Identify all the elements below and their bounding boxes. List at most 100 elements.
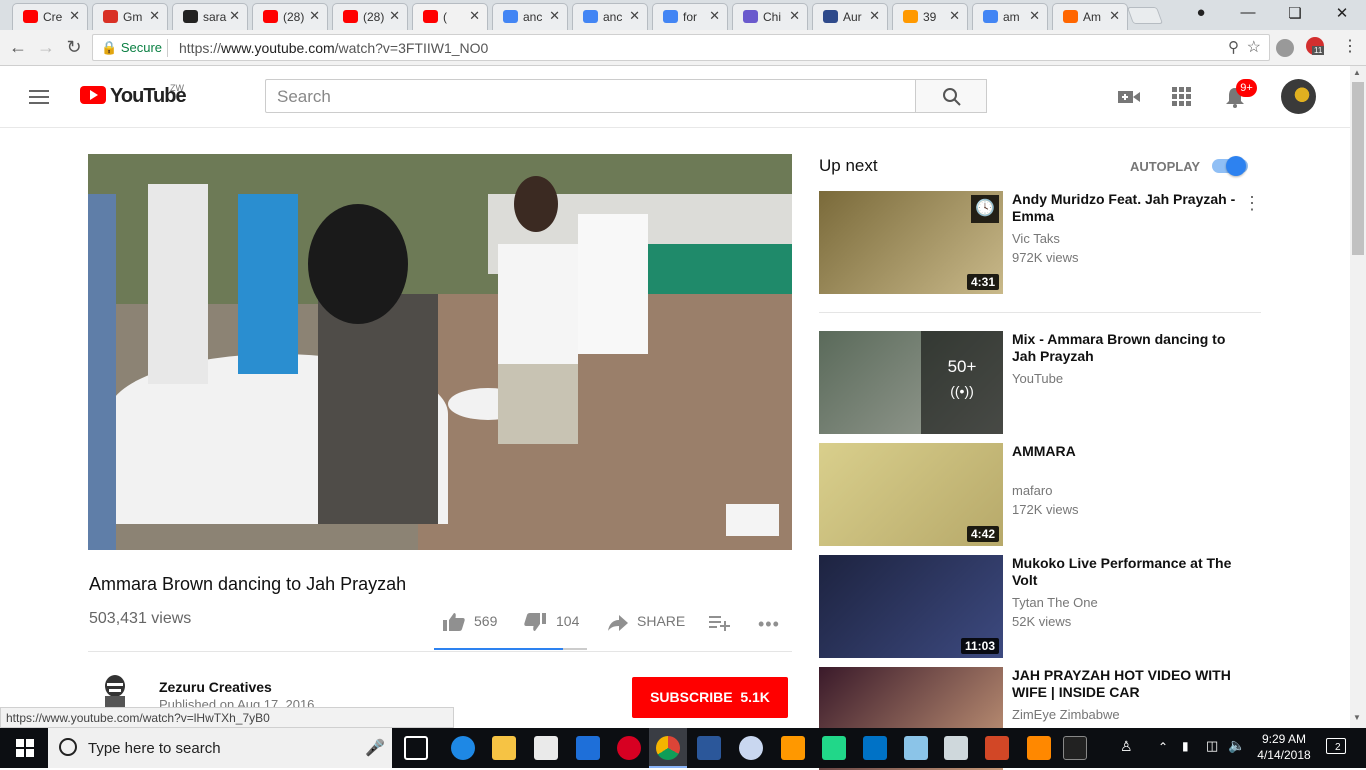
sidebar-video-title[interactable]: AMMARA <box>1012 443 1242 460</box>
outlook-icon[interactable] <box>863 736 887 760</box>
more-actions-icon[interactable]: ••• <box>758 614 780 635</box>
youtube-logo-icon[interactable] <box>80 86 106 104</box>
close-window-button[interactable]: ✕ <box>1327 4 1357 22</box>
user-avatar[interactable] <box>1281 79 1316 114</box>
dislike-count[interactable]: 104 <box>556 613 579 629</box>
terminal-icon[interactable] <box>1063 736 1087 760</box>
tab-close-icon[interactable]: ✕ <box>309 8 320 24</box>
tab-close-icon[interactable]: ✕ <box>949 8 960 24</box>
menu-kebab-icon[interactable]: ⋮ <box>1342 36 1358 56</box>
vlc-icon[interactable] <box>1027 736 1051 760</box>
search-button[interactable] <box>915 79 987 113</box>
profile-icon[interactable]: ● <box>1186 4 1216 21</box>
apps-grid-icon[interactable] <box>1172 87 1192 107</box>
file-explorer-icon[interactable] <box>492 736 516 760</box>
add-to-playlist-icon[interactable] <box>709 615 731 631</box>
more-options-icon[interactable]: ⋮ <box>1243 193 1261 214</box>
browser-tab[interactable]: for ✕ <box>652 3 728 30</box>
thumbs-up-icon[interactable] <box>443 612 465 632</box>
zoom-icon[interactable]: ⚲ <box>1228 38 1239 56</box>
video-thumbnail[interactable]: 11:03 <box>819 555 1003 658</box>
hamburger-menu-icon[interactable] <box>29 90 49 104</box>
secure-indicator[interactable]: 🔒 Secure <box>101 40 162 56</box>
scroll-up-arrow-icon[interactable]: ▲ <box>1353 68 1361 77</box>
sidebar-video-card[interactable]: 4:42 AMMARA mafaro 172K views <box>819 443 1261 546</box>
browser-tab[interactable]: Aur ✕ <box>812 3 888 30</box>
paint-icon[interactable] <box>739 736 763 760</box>
battery-icon[interactable]: ▮ <box>1182 739 1189 753</box>
browser-tab[interactable]: Gm ✕ <box>92 3 168 30</box>
chrome-taskbar-active[interactable] <box>649 728 687 768</box>
browser-tab[interactable]: 39 ✕ <box>892 3 968 30</box>
minimize-button[interactable]: — <box>1233 4 1263 21</box>
sublime-text-icon[interactable] <box>781 736 805 760</box>
watch-later-icon[interactable]: 🕓 <box>971 195 999 223</box>
video-player[interactable] <box>88 154 792 550</box>
show-hidden-icons-icon[interactable]: ⌃ <box>1158 740 1168 754</box>
tab-close-icon[interactable]: ✕ <box>229 8 240 24</box>
people-icon[interactable]: ♙ <box>1120 738 1133 755</box>
sidebar-video-title[interactable]: JAH PRAYZAH HOT VIDEO WITH WIFE | INSIDE… <box>1012 667 1242 701</box>
sidebar-video-title[interactable]: Mix - Ammara Brown dancing to Jah Prayza… <box>1012 331 1242 365</box>
back-icon[interactable]: ← <box>8 37 28 58</box>
browser-tab[interactable]: Chi ✕ <box>732 3 808 30</box>
thumbs-down-icon[interactable] <box>524 613 546 633</box>
browser-tab[interactable]: Cre ✕ <box>12 3 88 30</box>
tab-close-icon[interactable]: ✕ <box>629 8 640 24</box>
browser-tab[interactable]: sara ✕ <box>172 3 248 30</box>
extension-badge-icon[interactable]: 11 <box>1306 37 1325 55</box>
sidebar-video-title[interactable]: Mukoko Live Performance at The Volt <box>1012 555 1242 589</box>
sidebar-video-card[interactable]: 50+ ((•)) Mix - Ammara Brown dancing to Ja… <box>819 331 1261 434</box>
browser-tab[interactable]: anc ✕ <box>492 3 568 30</box>
tab-close-icon[interactable]: ✕ <box>869 8 880 24</box>
tab-close-icon[interactable]: ✕ <box>1109 8 1120 24</box>
browser-tab[interactable]: (28) ✕ <box>332 3 408 30</box>
tab-close-icon[interactable]: ✕ <box>69 8 80 24</box>
maximize-button[interactable]: ❏ <box>1280 4 1310 22</box>
reload-icon[interactable]: ↻ <box>64 37 84 58</box>
volume-icon[interactable]: 🔈 <box>1228 737 1245 754</box>
powerpoint-icon[interactable] <box>985 736 1009 760</box>
tab-close-icon[interactable]: ✕ <box>789 8 800 24</box>
task-view-icon[interactable] <box>404 736 428 760</box>
autoplay-toggle[interactable] <box>1212 156 1248 176</box>
pycharm-icon[interactable] <box>822 736 846 760</box>
windows-start-icon[interactable] <box>16 739 34 757</box>
browser-tab[interactable]: anc ✕ <box>572 3 648 30</box>
sidebar-video-card[interactable]: 11:03 Mukoko Live Performance at The Volt… <box>819 555 1261 658</box>
page-scrollbar[interactable]: ▲ ▼ <box>1350 66 1366 728</box>
browser-tab[interactable]: am ✕ <box>972 3 1048 30</box>
tab-close-icon[interactable]: ✕ <box>709 8 720 24</box>
tab-close-icon[interactable]: ✕ <box>469 8 480 24</box>
action-center-icon[interactable]: 2 <box>1326 738 1346 754</box>
clock[interactable]: 9:29 AM 4/14/2018 <box>1254 732 1314 762</box>
share-icon[interactable] <box>608 615 628 631</box>
bookmark-star-icon[interactable]: ☆ <box>1247 37 1261 57</box>
photos-icon[interactable] <box>944 736 968 760</box>
opera-icon[interactable] <box>617 736 641 760</box>
app-icon[interactable] <box>576 736 600 760</box>
edge-icon[interactable] <box>451 736 475 760</box>
tab-close-icon[interactable]: ✕ <box>549 8 560 24</box>
tab-close-icon[interactable]: ✕ <box>389 8 400 24</box>
tab-close-icon[interactable]: ✕ <box>149 8 160 24</box>
address-bar[interactable]: 🔒 Secure https://www.youtube.com/watch?v… <box>92 34 1270 61</box>
mail-icon[interactable] <box>534 736 558 760</box>
video-thumbnail[interactable]: 50+ ((•)) <box>819 331 1003 434</box>
extension-icon[interactable] <box>1276 39 1294 57</box>
search-input[interactable]: Search <box>265 79 916 113</box>
sidebar-video-title[interactable]: Andy Muridzo Feat. Jah Prayzah - Emma <box>1012 191 1242 225</box>
video-thumbnail[interactable]: 4:31 🕓 <box>819 191 1003 294</box>
browser-tab[interactable]: (✕ <box>412 3 488 30</box>
notepad-icon[interactable] <box>904 736 928 760</box>
create-video-icon[interactable] <box>1118 89 1140 105</box>
video-thumbnail[interactable]: 4:42 <box>819 443 1003 546</box>
browser-tab[interactable]: (28) ✕ <box>252 3 328 30</box>
browser-tab[interactable]: Am ✕ <box>1052 3 1128 30</box>
scroll-down-arrow-icon[interactable]: ▼ <box>1353 713 1361 722</box>
new-tab-button[interactable] <box>1126 7 1164 24</box>
scrollbar-thumb[interactable] <box>1352 82 1364 255</box>
word-icon[interactable] <box>697 736 721 760</box>
subscribe-button[interactable]: SUBSCRIBE 5.1K <box>632 677 788 718</box>
sidebar-video-card[interactable]: JAH PRAYZAH HOT VIDEO WITH WIFE | INSIDE… <box>819 667 1261 770</box>
